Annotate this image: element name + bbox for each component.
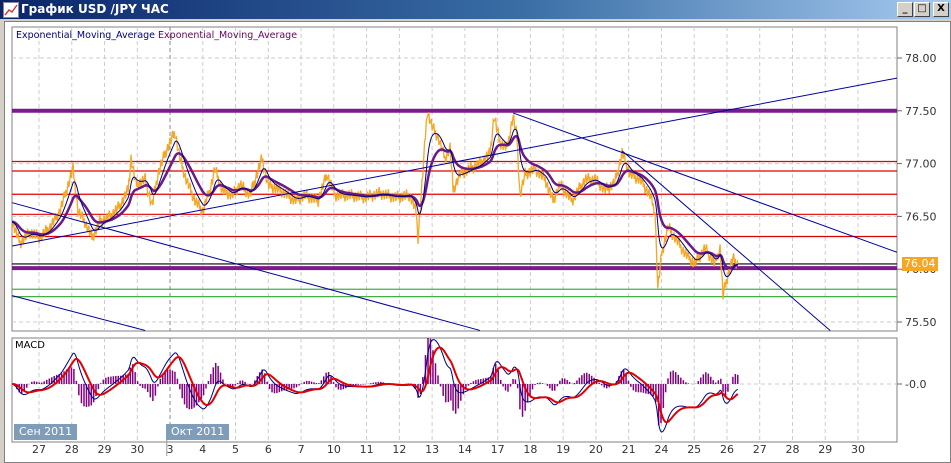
x-tick-label: 13 <box>425 443 439 456</box>
x-tick-label: 21 <box>622 443 636 456</box>
y-tick-label: 75.50 <box>905 316 937 329</box>
x-tick-label: 10 <box>327 443 341 456</box>
x-tick-label: 29 <box>98 443 112 456</box>
x-tick-label: 29 <box>818 443 832 456</box>
x-tick-label: 3 <box>167 443 174 456</box>
x-tick-label: 17 <box>491 443 505 456</box>
month-label-oct: Окт 2011 <box>166 424 230 440</box>
macd-panel-label: MACD <box>15 340 45 351</box>
x-tick-label: 19 <box>556 443 570 456</box>
x-tick-label: 26 <box>720 443 734 456</box>
y-tick-label: 77.00 <box>905 158 937 171</box>
indicator-legend: Exponential_Moving_Average Exponential_M… <box>16 30 297 41</box>
macd-panel <box>11 337 898 443</box>
x-tick-label: 6 <box>265 443 272 456</box>
x-tick-label: 4 <box>199 443 206 456</box>
x-tick-label: 25 <box>687 443 701 456</box>
x-tick-label: 18 <box>523 443 537 456</box>
x-tick-label: 28 <box>65 443 79 456</box>
x-tick-label: 7 <box>298 443 305 456</box>
y-tick-label: 77.50 <box>905 105 937 118</box>
x-tick-label: 27 <box>32 443 46 456</box>
x-tick-label: 11 <box>360 443 374 456</box>
price-chart[interactable]: 27 28 29 30 3 4 5 6 7 10 11 12 13 14 17 18 19 20 21 24 25 26 2… <box>0 0 951 463</box>
y-tick-label: 76.50 <box>905 210 937 223</box>
y-tick-label: 78.00 <box>905 52 937 65</box>
x-tick-label: 30 <box>130 443 144 456</box>
month-label-sep: Сен 2011 <box>14 424 78 440</box>
x-tick-label: 12 <box>392 443 406 456</box>
last-price-badge: 76.04 <box>902 257 938 271</box>
legend-ema-fast: Exponential_Moving_Average <box>16 30 156 41</box>
x-tick-label: 30 <box>851 443 865 456</box>
legend-ema-slow: Exponential_Moving_Average <box>158 30 298 41</box>
x-tick-label: 27 <box>753 443 767 456</box>
x-tick-label: 28 <box>785 443 799 456</box>
macd-zero-label: -0.0 <box>905 378 926 391</box>
x-tick-label: 24 <box>654 443 668 456</box>
x-tick-label: 5 <box>232 443 239 456</box>
x-tick-label: 20 <box>589 443 603 456</box>
x-tick-label: 14 <box>458 443 472 456</box>
